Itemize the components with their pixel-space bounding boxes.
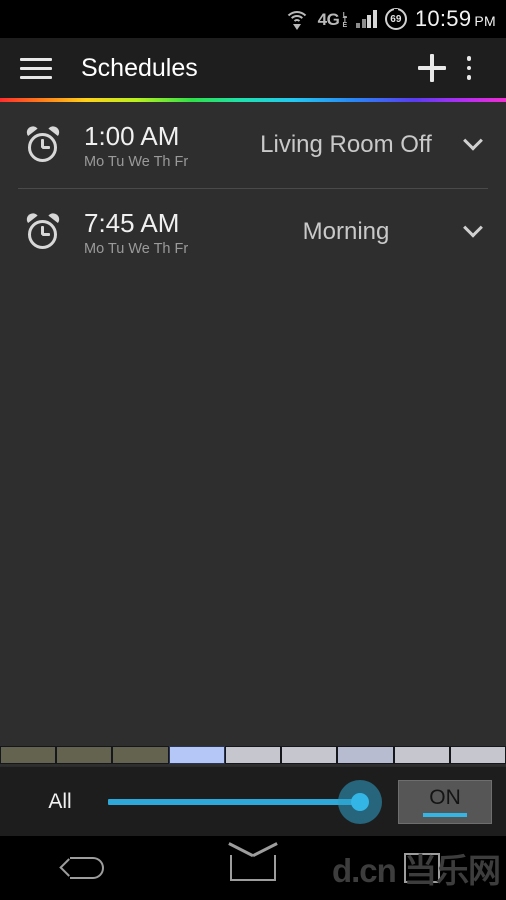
schedule-time: 1:00 AM bbox=[84, 120, 180, 151]
schedule-time: 7:45 AM bbox=[84, 207, 180, 238]
chevron-down-icon[interactable] bbox=[458, 217, 488, 239]
status-clock: 10:59 PM bbox=[415, 6, 496, 32]
color-swatch[interactable] bbox=[337, 746, 394, 764]
clock-ampm: PM bbox=[474, 13, 496, 29]
alarm-clock-icon bbox=[24, 123, 62, 164]
schedule-list: 1:00 AM Mo Tu We Th Fr Living Room Off 7… bbox=[0, 102, 506, 275]
recents-icon bbox=[403, 853, 440, 883]
slider-track[interactable] bbox=[108, 798, 368, 805]
battery-level: 69 bbox=[390, 13, 402, 25]
schedule-days: Mo Tu We Th Fr bbox=[84, 240, 189, 257]
schedule-label: Living Room Off bbox=[260, 131, 432, 158]
wifi-icon bbox=[283, 9, 310, 30]
color-palette-strip bbox=[0, 746, 506, 764]
network-sublabel: LTE bbox=[341, 11, 349, 27]
power-toggle-indicator bbox=[423, 812, 467, 817]
alarm-clock-icon bbox=[24, 210, 62, 251]
bottom-control-bar: All ON bbox=[0, 766, 506, 836]
page-title: Schedules bbox=[81, 53, 198, 82]
power-toggle-button[interactable]: ON bbox=[398, 779, 492, 824]
slider-thumb[interactable] bbox=[351, 792, 369, 811]
schedule-time-block: 7:45 AM Mo Tu We Th Fr bbox=[84, 208, 244, 257]
network-type-indicator: 4G LTE bbox=[318, 11, 349, 28]
add-schedule-button[interactable] bbox=[412, 48, 452, 88]
color-swatch[interactable] bbox=[56, 746, 113, 764]
overflow-menu-icon[interactable] bbox=[452, 48, 486, 88]
status-bar: 4G LTE 69 10:59 PM bbox=[0, 0, 506, 38]
navigation-bar: d.cn 当乐网 bbox=[0, 836, 506, 900]
chevron-down-icon[interactable] bbox=[458, 130, 488, 152]
action-bar: Schedules bbox=[0, 38, 506, 98]
network-label: 4G bbox=[317, 9, 340, 29]
color-swatch[interactable] bbox=[393, 746, 450, 764]
table-row[interactable]: 7:45 AM Mo Tu We Th Fr Morning bbox=[0, 189, 506, 275]
schedule-label: Morning bbox=[302, 218, 390, 245]
home-icon bbox=[230, 855, 276, 881]
clock-time: 10:59 bbox=[414, 6, 472, 31]
table-row[interactable]: 1:00 AM Mo Tu We Th Fr Living Room Off bbox=[0, 102, 506, 188]
color-swatch[interactable] bbox=[449, 746, 506, 764]
color-swatch[interactable] bbox=[112, 746, 169, 764]
power-toggle-label: ON bbox=[429, 785, 461, 809]
schedule-days: Mo Tu We Th Fr bbox=[84, 153, 189, 170]
group-label: All bbox=[48, 789, 72, 813]
color-swatch[interactable] bbox=[0, 746, 57, 764]
color-swatch[interactable] bbox=[281, 746, 338, 764]
signal-bars-icon bbox=[356, 10, 377, 28]
home-button[interactable] bbox=[169, 836, 338, 900]
back-button[interactable] bbox=[0, 836, 169, 900]
color-swatch[interactable] bbox=[168, 746, 225, 764]
hamburger-menu-icon[interactable] bbox=[20, 57, 52, 79]
color-swatch[interactable] bbox=[224, 746, 282, 764]
battery-icon: 69 bbox=[384, 8, 407, 30]
schedule-time-block: 1:00 AM Mo Tu We Th Fr bbox=[84, 121, 244, 170]
brightness-slider[interactable] bbox=[106, 779, 386, 825]
recents-button[interactable] bbox=[337, 836, 506, 900]
back-icon bbox=[59, 855, 106, 881]
phone-screen: 4G LTE 69 10:59 PM Schedules 1:00 AM Mo … bbox=[0, 0, 506, 900]
